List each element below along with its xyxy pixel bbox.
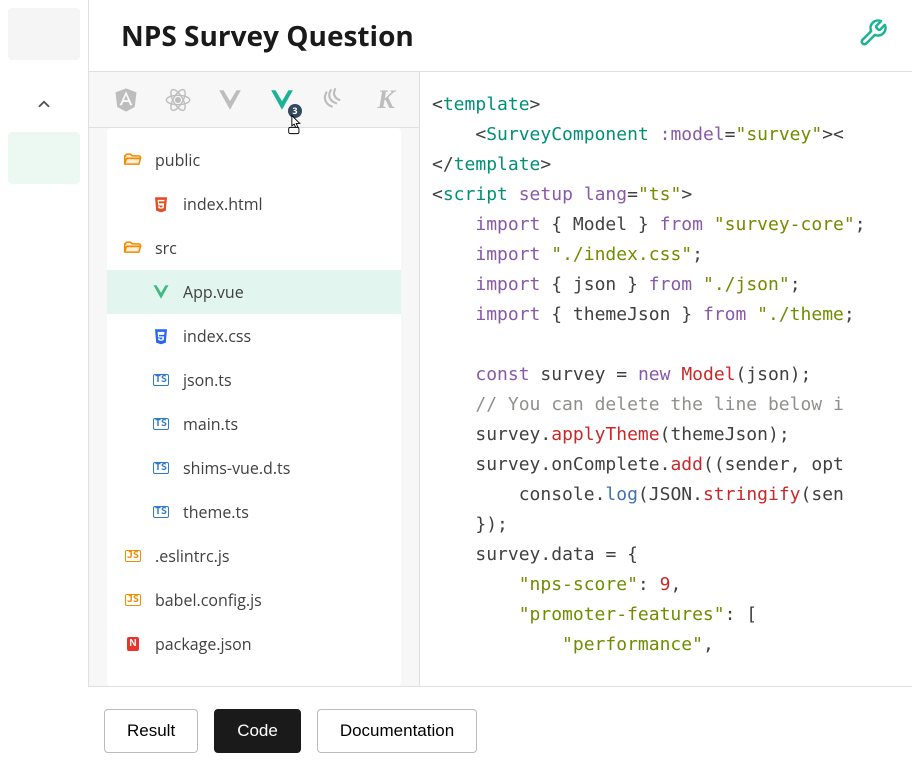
knockout-tab[interactable]: K bbox=[371, 85, 401, 115]
file-item[interactable]: TS json.ts bbox=[107, 358, 401, 402]
toc-item-placeholder[interactable] bbox=[8, 132, 80, 184]
file-name: index.html bbox=[183, 193, 263, 215]
vue-file-icon bbox=[151, 282, 171, 302]
ts-file-icon: TS bbox=[151, 502, 171, 522]
file-item[interactable]: public bbox=[107, 138, 401, 182]
framework-tabs: 3 K bbox=[89, 72, 419, 128]
file-name: main.ts bbox=[183, 413, 238, 435]
html-file-icon bbox=[151, 194, 171, 214]
code-editor[interactable]: <template> <SurveyComponent :model="surv… bbox=[420, 72, 912, 678]
js-file-icon: JS bbox=[123, 590, 143, 610]
file-item[interactable]: index.css bbox=[107, 314, 401, 358]
json-file-icon: N bbox=[123, 634, 143, 654]
code-tab-button[interactable]: Code bbox=[214, 709, 301, 753]
page-title: NPS Survey Question bbox=[121, 17, 414, 55]
vue3-tab[interactable]: 3 bbox=[267, 85, 297, 115]
react-tab[interactable] bbox=[163, 85, 193, 115]
file-item[interactable]: JS babel.config.js bbox=[107, 578, 401, 622]
angular-tab[interactable] bbox=[111, 85, 141, 115]
ts-file-icon: TS bbox=[151, 414, 171, 434]
file-item[interactable]: TS shims-vue.d.ts bbox=[107, 446, 401, 490]
folder-open-icon bbox=[123, 238, 143, 258]
result-tab-button[interactable]: Result bbox=[104, 709, 198, 753]
documentation-tab-button[interactable]: Documentation bbox=[317, 709, 477, 753]
folder-open-icon bbox=[123, 150, 143, 170]
cursor-pointer-icon bbox=[284, 114, 306, 142]
file-name: src bbox=[155, 237, 177, 259]
file-item[interactable]: App.vue bbox=[107, 270, 401, 314]
vue-tab[interactable] bbox=[215, 85, 245, 115]
jquery-tab[interactable] bbox=[319, 85, 349, 115]
file-item[interactable]: TS main.ts bbox=[107, 402, 401, 446]
settings-icon[interactable] bbox=[858, 18, 888, 53]
toc-button-placeholder[interactable] bbox=[8, 8, 80, 60]
file-item[interactable]: index.html bbox=[107, 182, 401, 226]
css-file-icon bbox=[151, 326, 171, 346]
ts-file-icon: TS bbox=[151, 458, 171, 478]
file-name: theme.ts bbox=[183, 501, 249, 523]
file-item[interactable]: TS theme.ts bbox=[107, 490, 401, 534]
file-name: package.json bbox=[155, 633, 252, 655]
file-name: .eslintrc.js bbox=[155, 545, 229, 567]
file-name: public bbox=[155, 149, 200, 171]
file-name: index.css bbox=[183, 325, 251, 347]
collapse-chevron[interactable] bbox=[0, 80, 88, 128]
file-item[interactable]: JS .eslintrc.js bbox=[107, 534, 401, 578]
file-name: json.ts bbox=[183, 369, 232, 391]
file-name: babel.config.js bbox=[155, 589, 262, 611]
file-item[interactable]: Npackage.json bbox=[107, 622, 401, 666]
file-item[interactable]: src bbox=[107, 226, 401, 270]
ts-file-icon: TS bbox=[151, 370, 171, 390]
js-file-icon: JS bbox=[123, 546, 143, 566]
file-name: shims-vue.d.ts bbox=[183, 457, 290, 479]
file-tree: public index.html src App.vue index.css TS jso… bbox=[107, 128, 401, 686]
file-name: App.vue bbox=[183, 281, 244, 303]
